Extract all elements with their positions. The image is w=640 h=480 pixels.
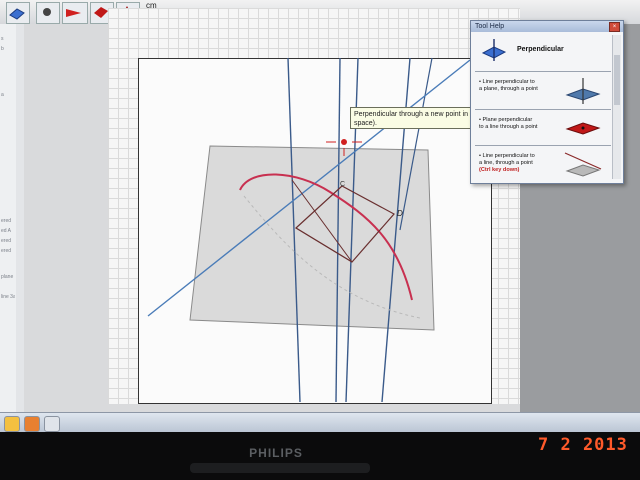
tool-help-window-title: Tool Help [475, 23, 505, 30]
tool-help-scrollbar[interactable] [612, 35, 621, 179]
help-item-text: • Line perpendicular to [479, 153, 535, 159]
tool-help-title: Perpendicular [517, 46, 564, 53]
help-item-text: a plane, through a point [479, 86, 538, 92]
separator [475, 71, 611, 72]
screen: cm s b a ered ed A ered ered plane line … [0, 0, 640, 432]
monitor-brand: PHILIPS [249, 446, 303, 460]
new-point-marker[interactable] [341, 139, 347, 145]
separator [475, 145, 611, 146]
taskbar-app-icon[interactable] [24, 416, 40, 432]
help-item-text: • Line perpendicular to [479, 79, 535, 85]
monitor: cm s b a ered ed A ered ered plane line … [0, 0, 640, 480]
date-stamp: 7 2 2013 [538, 435, 628, 455]
scroll-thumb[interactable] [614, 55, 620, 105]
help-item-text: to a line through a point [479, 124, 538, 130]
help-item-text: a line, through a point [479, 160, 533, 166]
line-plane-blue-icon [565, 78, 601, 104]
help-item-line-plane: • Line perpendicular to a plane, through… [479, 79, 563, 93]
close-icon[interactable]: × [609, 22, 620, 32]
tool-help-header: Perpendicular [479, 37, 611, 67]
help-item-plane-line: • Plane perpendicular to a line through … [479, 117, 563, 131]
taskbar: ​ [0, 412, 640, 432]
plane-line-red-icon [565, 122, 601, 135]
monitor-stand [190, 463, 370, 473]
help-item-line-line: • Line perpendicular to a line, through … [479, 153, 563, 174]
taskbar-app-icon[interactable] [44, 416, 60, 432]
point-label-d: D [397, 209, 403, 218]
separator [475, 109, 611, 110]
tool-help-titlebar[interactable]: Tool Help [471, 21, 623, 32]
start-button[interactable] [4, 416, 20, 432]
line-line-gray-icon [564, 152, 602, 177]
perpendicular-blue-icon [481, 39, 507, 61]
tooltip: Perpendicular through a new point in spa… [350, 107, 474, 129]
point-label-c: C [340, 181, 345, 188]
tooltip-text: Perpendicular through a new point in spa… [354, 111, 469, 127]
ctrl-key-hint: (Ctrl key down) [479, 167, 520, 173]
tool-help-window[interactable]: Tool Help × Perpendicular • Line perpend… [470, 20, 624, 184]
help-item-text: • Plane perpendicular [479, 117, 533, 123]
